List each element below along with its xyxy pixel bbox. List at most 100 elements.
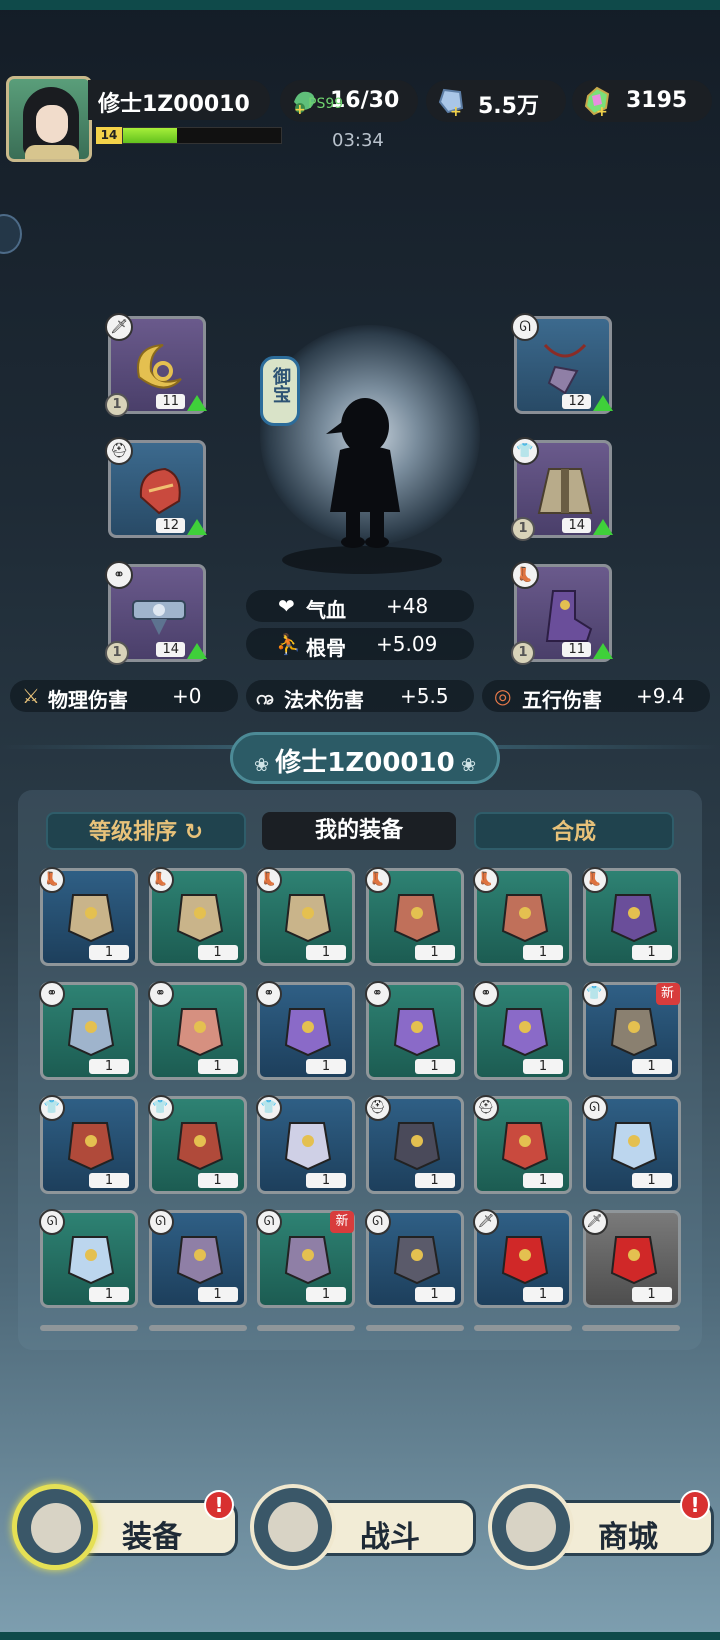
item-type-icon: ᘏ <box>147 1209 174 1235</box>
gold-crescent-art <box>137 344 182 389</box>
item-count: 1 <box>197 1059 238 1074</box>
inventory-item[interactable]: ⚭ 1 <box>473 981 572 1080</box>
item-type-icon: 👢 <box>256 867 282 893</box>
equip-slot-helmet[interactable]: ⛑ 12 <box>105 437 207 538</box>
item-type-icon: ᘏ <box>256 1209 282 1235</box>
inventory-item[interactable]: 👢 1 <box>364 867 464 966</box>
item-art <box>176 1122 223 1171</box>
inventory-item[interactable]: 👢 1 <box>581 867 681 966</box>
equip-slot-necklace[interactable]: ᘏ 12 <box>511 313 613 414</box>
item-type-icon: 👕 <box>39 1095 65 1121</box>
slot-level: 14 <box>156 642 185 657</box>
inventory-item[interactable]: ⚭ 1 <box>147 981 247 1080</box>
equip-slot-boots[interactable]: 👢 1 11 <box>511 561 613 665</box>
item-art <box>393 1008 440 1057</box>
item-type-icon: 👢 <box>147 867 174 893</box>
inventory-item[interactable]: 👕 1 <box>256 1095 355 1194</box>
upgrade-arrow-icon <box>593 519 613 535</box>
item-art <box>501 894 549 943</box>
item-type-icon: ᘏ <box>581 1095 608 1121</box>
slot-level: 11 <box>156 394 185 409</box>
inventory-item[interactable]: 👕 1 <box>147 1095 247 1194</box>
equip-slot-belt[interactable]: ⚭ 1 14 <box>105 561 207 665</box>
item-type-icon: 🗡 <box>581 1209 608 1235</box>
item-count: 1 <box>197 945 238 960</box>
stat-label-magic: 法术伤害 <box>284 688 364 712</box>
inventory-item[interactable]: 👢 1 <box>473 867 572 966</box>
tab-my-equipment-label: 我的装备 <box>314 818 403 843</box>
nav-battle[interactable]: 战斗 <box>250 1484 476 1570</box>
stat-label-root: 根骨 <box>306 636 346 660</box>
inventory-item[interactable]: ᘏ1 <box>364 1209 464 1308</box>
xp-bar-fill <box>123 128 177 143</box>
pendant-art <box>543 343 587 395</box>
item-count: 1 <box>631 1287 672 1302</box>
inventory-item[interactable]: ⚭ 1 <box>39 981 138 1080</box>
inventory-item[interactable]: 👢 1 <box>147 867 247 966</box>
treasure-button[interactable]: 御宝 <box>260 356 300 426</box>
item-art <box>393 894 440 943</box>
inventory-item[interactable]: ⚭ 1 <box>256 981 355 1080</box>
inventory-item[interactable]: 👕 1 新 <box>581 981 681 1080</box>
tab-my-equipment[interactable]: 我的装备 <box>262 812 456 850</box>
nav-shop[interactable]: 商城 ! <box>488 1484 714 1570</box>
upgrade-arrow-icon <box>593 395 613 411</box>
stamina-overlay-text: PS99 <box>308 96 344 112</box>
slot-level: 11 <box>562 642 591 657</box>
refresh-icon: ↻ <box>184 820 204 845</box>
player-avatar[interactable] <box>6 76 92 162</box>
item-type-icon: ⚭ <box>39 981 65 1007</box>
next-row-peek <box>582 1325 680 1331</box>
inventory-item[interactable]: ⛑ 1 <box>364 1095 464 1194</box>
gem-value: 3195 <box>626 88 688 113</box>
character-silhouette[interactable] <box>320 392 410 552</box>
inventory-item[interactable]: ⚭ 1 <box>364 981 464 1080</box>
item-type-icon: ᘏ <box>364 1209 391 1235</box>
item-count: 1 <box>631 1059 672 1074</box>
item-type-icon: ⚭ <box>473 981 499 1007</box>
item-count: 1 <box>523 945 563 960</box>
item-count: 1 <box>197 1173 238 1188</box>
inventory-item[interactable]: ᘏ1 <box>147 1209 247 1308</box>
stat-value-magic: +5.5 <box>400 684 449 708</box>
item-art <box>284 1008 332 1057</box>
item-count: 1 <box>414 1287 455 1302</box>
inventory-item[interactable]: 👕 1 <box>39 1095 138 1194</box>
silver-belt-art <box>132 600 186 635</box>
item-type-icon: 👕 <box>147 1095 174 1121</box>
item-art <box>610 894 657 943</box>
shop-alert-badge: ! <box>680 1490 710 1520</box>
tier-badge: 1 <box>105 641 129 665</box>
inventory-item[interactable]: 👢 1 <box>256 867 355 966</box>
inventory-item[interactable]: 🗡 1 <box>581 1209 681 1308</box>
inventory-item[interactable]: ᘏ1 <box>581 1095 681 1194</box>
item-count: 1 <box>89 1287 129 1302</box>
new-badge: 新 <box>655 983 680 1005</box>
item-art <box>501 1008 549 1057</box>
stat-value-element: +9.4 <box>636 684 685 708</box>
equip-slot-armor[interactable]: 👕 1 14 <box>511 437 613 541</box>
tab-synthesize[interactable]: 合成 <box>474 812 674 850</box>
tab-sort-by-level[interactable]: 等级排序 ↻ <box>46 812 246 850</box>
item-art <box>393 1122 440 1171</box>
equip-slot-weapon[interactable]: 🗡 1 11 <box>105 313 207 417</box>
tier-badge: 1 <box>511 641 535 665</box>
inventory-item[interactable]: ᘏ 1 新 <box>256 1209 355 1308</box>
item-type-icon: 👢 <box>39 867 65 893</box>
tab-sort-label: 等级排序 <box>88 820 177 845</box>
item-count: 1 <box>306 1059 346 1074</box>
side-float-button[interactable] <box>0 214 22 254</box>
inventory-item[interactable]: ᘏ1 <box>39 1209 138 1308</box>
inventory-item[interactable]: 👢 1 <box>39 867 138 966</box>
inventory-item[interactable]: 🗡 1 <box>473 1209 572 1308</box>
item-count: 1 <box>523 1173 563 1188</box>
treasure-label: 御宝 <box>270 367 291 403</box>
stat-value-root: +5.09 <box>376 632 438 656</box>
robe-art <box>537 468 593 514</box>
item-type-icon: ⛑ <box>364 1095 391 1121</box>
nav-equipment[interactable]: 装备 ! <box>12 1484 238 1570</box>
upgrade-arrow-icon <box>593 643 613 659</box>
regen-timer: 03:34 <box>332 130 384 151</box>
inventory-item[interactable]: ⛑ 1 <box>473 1095 572 1194</box>
item-art <box>284 894 332 943</box>
